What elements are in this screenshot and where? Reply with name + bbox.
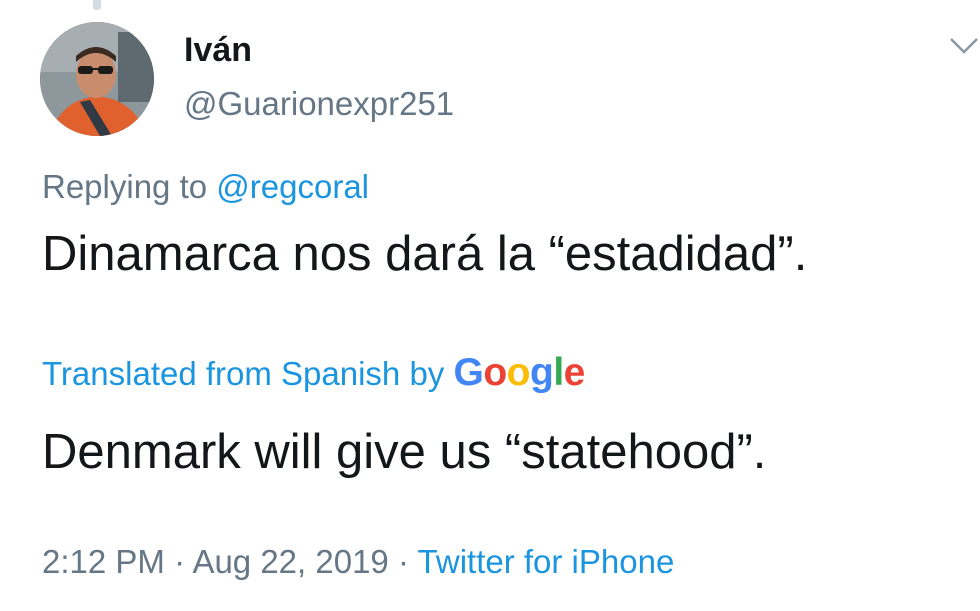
user-handle[interactable]: @Guarionexpr251 (184, 84, 454, 124)
meta-separator: · (397, 543, 409, 580)
replying-to-label: Replying to (42, 168, 208, 205)
tweet-source-link[interactable]: Twitter for iPhone (418, 543, 675, 580)
meta-separator: · (174, 543, 186, 580)
display-name[interactable]: Iván (184, 30, 252, 70)
tweet-text: Dinamarca nos dará la “estadidad”. (42, 227, 808, 281)
translated-tweet-text: Denmark will give us “statehood”. (42, 425, 767, 479)
chevron-down-icon[interactable] (948, 30, 980, 58)
avatar-image (40, 22, 154, 136)
translation-label: Translated from Spanish by (42, 355, 445, 392)
translation-attribution[interactable]: Translated from Spanish by Google (42, 350, 585, 397)
replying-to-line: Replying to @regcoral (42, 166, 369, 208)
tweet-metadata: 2:12 PM · Aug 22, 2019 · Twitter for iPh… (42, 540, 674, 584)
tweet-time[interactable]: 2:12 PM (42, 543, 165, 580)
thread-connector-line (93, 0, 101, 10)
google-logo: Google (453, 351, 585, 394)
avatar[interactable] (40, 22, 154, 136)
tweet-date[interactable]: Aug 22, 2019 (192, 543, 388, 580)
reply-mention-link[interactable]: @regcoral (216, 168, 369, 205)
